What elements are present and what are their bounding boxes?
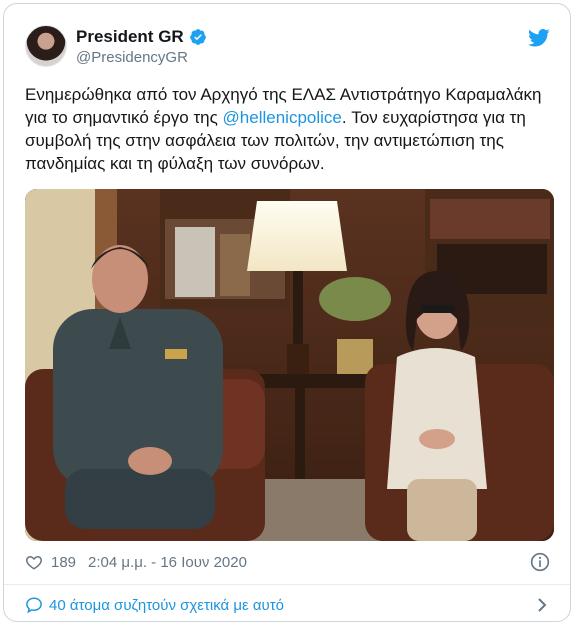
tweet-meta: 189 2:04 μ.μ. - 16 Ιουν 2020 [25,551,247,573]
author-name-row[interactable]: President GR [76,27,207,47]
tweet-timestamp[interactable]: 2:04 μ.μ. - 16 Ιουν 2020 [88,554,247,571]
discussion-link[interactable]: 40 άτομα συζητούν σχετικά με αυτό [25,596,284,614]
author-name[interactable]: President GR [76,27,184,47]
tweet-photo[interactable] [25,189,554,541]
author-handle[interactable]: @PresidencyGR [76,49,188,66]
mention-link[interactable]: @hellenicpolice [223,108,342,127]
divider [4,584,570,585]
speech-bubble-icon [26,597,42,614]
tweet-text: Ενημερώθηκα από τον Αρχηγό της ΕΛΑΣ Αντι… [25,83,555,175]
chevron-right-icon[interactable] [536,597,548,613]
discussion-text[interactable]: 40 άτομα συζητούν σχετικά με αυτό [49,597,284,614]
twitter-bird-icon[interactable] [528,28,550,48]
heart-icon[interactable] [25,553,43,571]
verified-badge-icon [189,29,206,45]
embedded-tweet-card: President GR @PresidencyGR Ενημερώθηκα α… [3,3,571,622]
photo-illustration [25,189,554,541]
like-count[interactable]: 189 [51,554,76,571]
author-avatar[interactable] [25,25,67,67]
info-icon[interactable] [530,552,550,572]
